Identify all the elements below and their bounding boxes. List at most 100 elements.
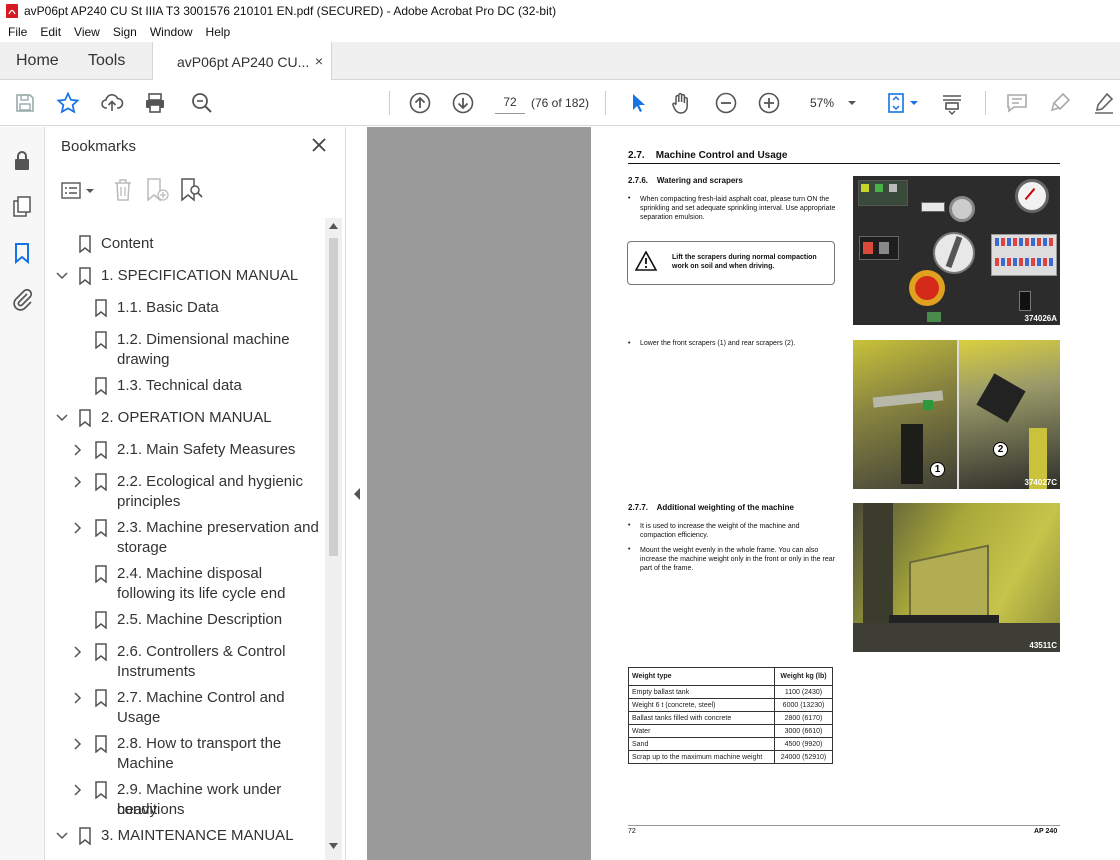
select-cursor-icon[interactable] xyxy=(626,91,650,115)
menu-help[interactable]: Help xyxy=(206,25,231,39)
close-tab-icon[interactable]: × xyxy=(315,53,323,69)
print-icon[interactable] xyxy=(143,91,167,115)
menu-window[interactable]: Window xyxy=(150,25,193,39)
bookmarks-title: Bookmarks xyxy=(61,138,137,155)
zoom-level[interactable]: 57% xyxy=(810,96,834,110)
bookmark-item[interactable]: 2.5. Machine Description xyxy=(117,610,282,630)
scroll-down-icon[interactable] xyxy=(329,842,338,850)
zoom-out-icon[interactable] xyxy=(714,91,738,115)
document-code: AP 240 xyxy=(1034,828,1058,835)
bullet-text: Lower the front scrapers (1) and rear sc… xyxy=(640,340,796,347)
highlight-icon[interactable] xyxy=(1049,91,1073,115)
bookmark-item[interactable]: 2.6. Controllers & Control xyxy=(117,642,285,662)
menu-edit[interactable]: Edit xyxy=(40,25,61,39)
chevron-right-icon[interactable] xyxy=(72,522,84,534)
bookmark-item[interactable]: 1.1. Basic Data xyxy=(117,298,219,318)
tab-document-label: avP06pt AP240 CU... xyxy=(177,53,310,70)
bookmark-item[interactable]: 2.4. Machine disposal xyxy=(117,564,262,584)
zoom-in-icon[interactable] xyxy=(757,91,781,115)
close-icon[interactable] xyxy=(311,137,327,153)
bookmark-item[interactable]: storage xyxy=(117,538,167,558)
table-cell: Water xyxy=(628,724,775,738)
bookmark-item[interactable]: 2. OPERATION MANUAL xyxy=(101,408,272,428)
bookmark-item[interactable]: drawing xyxy=(117,350,170,370)
bookmark-options-icon[interactable] xyxy=(61,181,83,201)
chevron-right-icon[interactable] xyxy=(72,646,84,658)
bookmark-item[interactable]: 1. SPECIFICATION MANUAL xyxy=(101,266,298,286)
scroll-up-icon[interactable] xyxy=(329,222,338,230)
collapse-panel-icon[interactable] xyxy=(353,488,361,500)
attachment-icon[interactable] xyxy=(10,287,34,311)
bookmark-item[interactable]: conditions xyxy=(117,800,185,820)
page-down-icon[interactable] xyxy=(451,91,475,115)
chevron-right-icon[interactable] xyxy=(72,444,84,456)
lock-icon[interactable] xyxy=(10,149,34,173)
tab-home[interactable]: Home xyxy=(16,42,59,80)
delete-icon[interactable] xyxy=(113,178,133,202)
bookmark-item[interactable]: 1.2. Dimensional machine xyxy=(117,330,290,350)
tab-document[interactable]: avP06pt AP240 CU... × xyxy=(152,42,332,81)
zoom-search-icon[interactable] xyxy=(190,91,214,115)
bookmark-item[interactable]: 2.3. Machine preservation and xyxy=(117,518,319,538)
toolbar-separator xyxy=(985,91,986,115)
bookmarks-scrollbar[interactable] xyxy=(325,218,342,860)
hand-icon[interactable] xyxy=(669,91,693,115)
panel-splitter[interactable] xyxy=(345,127,367,860)
scroll-mode-icon[interactable] xyxy=(940,91,964,115)
bookmark-item[interactable]: 1.3. Technical data xyxy=(117,376,242,396)
bookmark-item[interactable]: Instruments xyxy=(117,662,195,682)
chevron-down-icon[interactable] xyxy=(56,830,68,842)
upload-icon[interactable] xyxy=(100,91,124,115)
page-up-icon[interactable] xyxy=(408,91,432,115)
warning-icon xyxy=(635,251,657,271)
table-cell: 24000 (52910) xyxy=(774,750,833,764)
chevron-down-icon[interactable] xyxy=(86,187,94,195)
new-bookmark-icon[interactable] xyxy=(145,178,169,202)
chevron-down-icon[interactable] xyxy=(845,91,859,115)
page-number-input[interactable] xyxy=(495,90,525,114)
fit-page-icon[interactable] xyxy=(884,91,908,115)
chevron-down-icon[interactable] xyxy=(56,270,68,282)
bookmark-item[interactable]: 2.1. Main Safety Measures xyxy=(117,440,295,460)
bookmark-item[interactable]: following its life cycle end xyxy=(117,584,285,604)
table-cell: 3000 (6610) xyxy=(774,724,833,738)
find-bookmark-icon[interactable] xyxy=(179,178,203,202)
pages-icon[interactable] xyxy=(10,195,34,219)
callout-2: 2 xyxy=(993,442,1008,457)
fit-chevron-icon[interactable] xyxy=(908,91,920,115)
bookmark-icon xyxy=(95,689,107,707)
bookmark-panel-icon[interactable] xyxy=(10,241,34,265)
chevron-right-icon[interactable] xyxy=(72,738,84,750)
bookmark-item[interactable]: 2.2. Ecological and hygienic xyxy=(117,472,303,492)
menu-view[interactable]: View xyxy=(74,25,100,39)
menu-file[interactable]: File xyxy=(8,25,27,39)
table-row: Sand 4500 (9920) xyxy=(628,737,833,751)
star-icon[interactable] xyxy=(56,91,80,115)
bookmark-item[interactable]: 3. MAINTENANCE MANUAL xyxy=(101,826,294,846)
scrollbar-thumb[interactable] xyxy=(329,238,338,556)
chevron-down-icon[interactable] xyxy=(56,412,68,424)
bookmark-icon xyxy=(79,827,91,845)
sign-icon[interactable] xyxy=(1092,91,1116,115)
bookmark-item[interactable]: principles xyxy=(117,492,180,512)
tab-tools[interactable]: Tools xyxy=(88,42,125,80)
chevron-right-icon[interactable] xyxy=(72,784,84,796)
toolbar-separator xyxy=(605,91,606,115)
chevron-right-icon[interactable] xyxy=(72,476,84,488)
chevron-right-icon[interactable] xyxy=(72,692,84,704)
comment-icon[interactable] xyxy=(1005,91,1029,115)
bookmark-icon xyxy=(79,409,91,427)
bookmark-item[interactable]: Content xyxy=(101,234,154,254)
page-number: 72 xyxy=(628,828,636,835)
bookmark-item[interactable]: 2.7. Machine Control and xyxy=(117,688,285,708)
menu-sign[interactable]: Sign xyxy=(113,25,137,39)
bookmark-item[interactable]: Machine xyxy=(117,754,174,774)
callout-1: 1 xyxy=(930,462,945,477)
save-icon[interactable] xyxy=(13,91,37,115)
title-bar: avP06pt AP240 CU St IIIA T3 3001576 2101… xyxy=(0,0,1120,22)
menu-bar: File Edit View Sign Window Help xyxy=(0,22,1120,42)
bookmark-item[interactable]: 2.8. How to transport the xyxy=(117,734,281,754)
bookmark-item[interactable]: Usage xyxy=(117,708,160,728)
photo-code: 374027C xyxy=(1024,478,1057,487)
bullet-text: Mount the weight evenly in the whole fra… xyxy=(640,547,835,572)
